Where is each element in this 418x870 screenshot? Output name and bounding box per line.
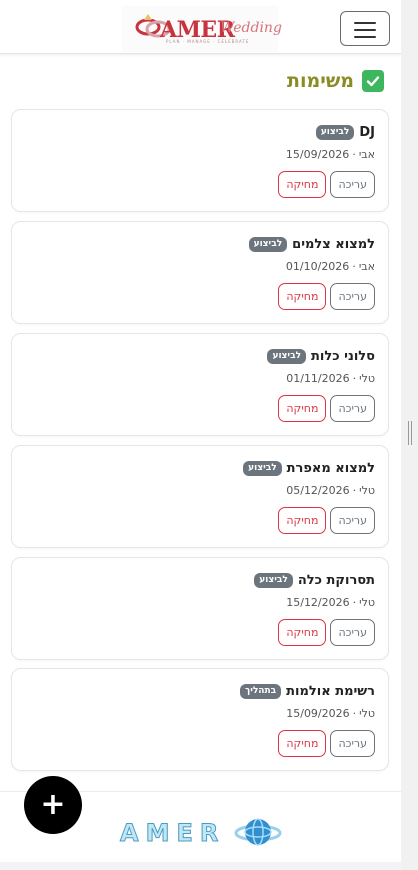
task-meta: טלי · 15/09/2026 [286,707,375,720]
task-title: למצוא מאפרת [286,461,375,476]
task-card: DJ לביצוע אבי · 15/09/2026 עריכה מחיקה [11,109,389,212]
task-meta: אבי · 15/09/2026 [285,148,375,161]
navbar: AMER Wedding PLAN · MANAGE · CELEBRATE [0,0,401,54]
status-badge: לביצוע [315,125,355,140]
edit-button[interactable]: עריכה [330,619,375,646]
status-badge: לביצוע [254,573,293,588]
task-card: רשימת אולמות בתהליך טלי · 15/09/2026 עריכה… [11,668,389,771]
globe-icon [234,818,282,846]
edit-button[interactable]: עריכה [330,283,375,310]
footer-logo[interactable]: AMER [118,813,283,853]
hamburger-menu-button[interactable] [340,11,390,46]
delete-button[interactable]: מחיקה [278,507,327,534]
task-card: סלוני כלות לביצוע טלי · 01/11/2026 עריכה מ… [11,333,389,436]
task-meta: טלי · 15/12/2026 [286,596,375,609]
check-box-icon [362,70,384,92]
status-badge: לביצוע [267,349,307,364]
edit-button[interactable]: עריכה [330,730,375,757]
task-title: למצוא צלמים [292,237,375,252]
task-owner: אבי [358,260,375,273]
task-owner: טלי [359,372,375,385]
task-date: 15/09/2026 [286,707,350,720]
task-card: תסרוקת כלה לביצוע טלי · 15/12/2026 עריכה מ… [11,557,389,660]
scrollbar-grip[interactable] [408,421,412,445]
edit-button[interactable]: עריכה [330,507,375,534]
task-meta: טלי · 05/12/2026 [286,484,375,497]
task-date: 05/12/2026 [286,484,350,497]
task-card: למצוא צלמים לביצוע אבי · 01/10/2026 עריכה … [11,221,389,324]
task-owner: טלי [359,596,375,609]
task-meta: טלי · 01/11/2026 [286,372,375,385]
task-title: סלוני כלות [311,349,375,364]
add-task-button[interactable]: + [24,776,82,834]
delete-button[interactable]: מחיקה [278,730,327,757]
status-badge: בתהליך [240,684,282,699]
task-meta: אבי · 01/10/2026 [285,260,375,273]
edit-button[interactable]: עריכה [330,171,375,198]
logo-script: Wedding [220,20,282,36]
task-date: 01/10/2026 [285,260,350,273]
task-card: למצוא מאפרת לביצוע טלי · 05/12/2026 עריכה … [11,445,389,548]
delete-button[interactable]: מחיקה [278,283,327,310]
task-title: תסרוקת כלה [297,573,375,588]
task-date: 01/11/2026 [286,372,350,385]
brand-logo[interactable]: AMER Wedding PLAN · MANAGE · CELEBRATE [122,6,282,52]
hamburger-icon [354,22,376,24]
task-owner: טלי [359,484,375,497]
delete-button[interactable]: מחיקה [278,395,327,422]
task-owner: אבי [358,148,375,161]
page-title: משימות [286,70,354,92]
task-date: 15/12/2026 [286,596,350,609]
delete-button[interactable]: מחיקה [278,171,327,198]
footer-wordmark: AMER [119,819,226,848]
task-title: DJ [359,125,375,140]
delete-button[interactable]: מחיקה [278,619,327,646]
task-title: רשימת אולמות [286,684,375,699]
status-badge: לביצוע [248,237,288,252]
task-date: 15/09/2026 [285,148,350,161]
task-owner: טלי [359,707,375,720]
status-badge: לביצוע [243,461,282,476]
logo-tagline: PLAN · MANAGE · CELEBRATE [166,39,250,44]
edit-button[interactable]: עריכה [330,395,375,422]
page: AMER Wedding PLAN · MANAGE · CELEBRATE מ… [0,0,401,862]
page-title-row: משימות [287,67,384,95]
